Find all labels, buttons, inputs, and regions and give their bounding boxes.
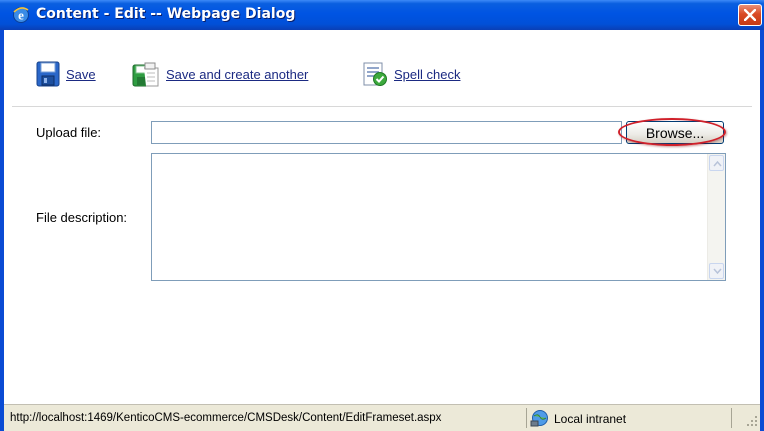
svg-text:e: e bbox=[18, 8, 24, 23]
local-intranet-icon bbox=[530, 410, 548, 427]
save-create-another-icon bbox=[132, 62, 159, 87]
toolbar-divider bbox=[12, 106, 752, 107]
textarea-scrollbar[interactable] bbox=[707, 154, 725, 280]
status-separator bbox=[526, 408, 527, 428]
title-bar[interactable]: e Content - Edit -- Webpage Dialog bbox=[0, 0, 764, 30]
status-separator-2 bbox=[731, 408, 732, 428]
upload-file-label: Upload file: bbox=[36, 125, 102, 140]
save-icon bbox=[36, 61, 60, 87]
file-description-label: File description: bbox=[36, 210, 128, 225]
webpage-dialog-window: e Content - Edit -- Webpage Dialog Save bbox=[0, 0, 764, 431]
ie-icon: e bbox=[13, 7, 29, 23]
security-zone-label: Local intranet bbox=[554, 412, 627, 426]
upload-file-input[interactable] bbox=[151, 121, 622, 144]
window-title: Content - Edit -- Webpage Dialog bbox=[36, 6, 296, 22]
scroll-down-button[interactable] bbox=[709, 263, 724, 279]
spell-check-label: Spell check bbox=[394, 66, 461, 82]
status-url: http://localhost:1469/KenticoCMS-ecommer… bbox=[10, 412, 442, 424]
status-bar: http://localhost:1469/KenticoCMS-ecommer… bbox=[4, 404, 760, 431]
resize-grip-icon[interactable] bbox=[746, 415, 758, 427]
browse-highlight-ring bbox=[618, 118, 726, 146]
window-frame-right bbox=[760, 30, 764, 431]
toolbar: Save Save and create another Spell check bbox=[4, 30, 760, 106]
chevron-up-icon bbox=[713, 160, 722, 167]
close-icon bbox=[744, 9, 756, 21]
save-label: Save bbox=[66, 66, 96, 82]
scroll-up-button[interactable] bbox=[709, 155, 724, 171]
close-button[interactable] bbox=[738, 4, 762, 26]
save-button[interactable]: Save bbox=[36, 60, 96, 88]
save-and-create-another-label: Save and create another bbox=[166, 66, 309, 82]
file-description-textarea[interactable] bbox=[151, 153, 726, 281]
save-and-create-another-button[interactable]: Save and create another bbox=[132, 60, 308, 88]
spell-check-button[interactable]: Spell check bbox=[362, 60, 460, 88]
chevron-down-icon bbox=[713, 268, 722, 275]
spell-check-icon bbox=[363, 62, 387, 86]
